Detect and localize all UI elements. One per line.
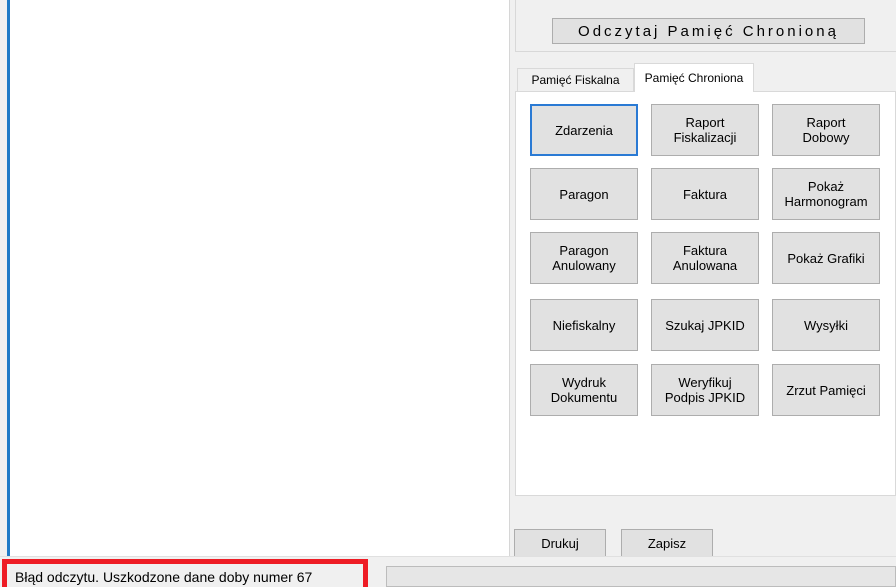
show-graphics-button[interactable]: Pokaż Grafiki (772, 232, 880, 284)
verify-jpkid-signature-button-label: Weryfikuj Podpis JPKID (664, 375, 746, 405)
application-window: Odczytaj Pamięć Chronioną Pamięć Fiskaln… (0, 0, 896, 587)
print-button[interactable]: Drukuj (514, 529, 606, 557)
document-printout-button[interactable]: Wydruk Dokumentu (530, 364, 638, 416)
shipments-button[interactable]: Wysyłki (772, 299, 880, 351)
document-view[interactable] (10, 0, 510, 556)
left-border (0, 0, 10, 556)
save-button[interactable]: Zapisz (621, 529, 713, 557)
show-graphics-button-label: Pokaż Grafiki (787, 250, 865, 266)
daily-report-button-label: Raport Dobowy (802, 115, 850, 145)
cancelled-invoice-button-label: Faktura Anulowana (672, 243, 738, 273)
cancelled-invoice-button[interactable]: Faktura Anulowana (651, 232, 759, 284)
search-jpkid-button[interactable]: Szukaj JPKID (651, 299, 759, 351)
memory-dump-button[interactable]: Zrzut Pamięci (772, 364, 880, 416)
search-jpkid-button-label: Szukaj JPKID (665, 317, 745, 333)
status-error-highlight: Błąd odczytu. Uszkodzone dane doby numer… (2, 559, 368, 587)
status-message: Błąd odczytu. Uszkodzone dane doby numer… (15, 569, 313, 585)
daily-report-button[interactable]: Raport Dobowy (772, 104, 880, 156)
non-fiscal-button[interactable]: Niefiskalny (530, 299, 638, 351)
fiscalization-report-button-label: Raport Fiskalizacji (673, 115, 737, 145)
receipt-button[interactable]: Paragon (530, 168, 638, 220)
show-schedule-button-label: Pokaż Harmonogram (784, 179, 868, 209)
document-printout-button-label: Wydruk Dokumentu (550, 375, 618, 405)
shipments-button-label: Wysyłki (804, 317, 848, 333)
memory-dump-button-label: Zrzut Pamięci (786, 382, 866, 398)
tab-fiscal-memory[interactable]: Pamięć Fiskalna (517, 68, 634, 91)
invoice-button-label: Faktura (682, 186, 728, 202)
show-schedule-button[interactable]: Pokaż Harmonogram (772, 168, 880, 220)
fiscalization-report-button[interactable]: Raport Fiskalizacji (651, 104, 759, 156)
cancelled-receipt-button[interactable]: Paragon Anulowany (530, 232, 638, 284)
non-fiscal-button-label: Niefiskalny (552, 317, 616, 333)
events-button-label: Zdarzenia (555, 122, 613, 138)
invoice-button[interactable]: Faktura (651, 168, 759, 220)
read-protected-memory-button[interactable]: Odczytaj Pamięć Chronioną (552, 18, 865, 44)
events-button[interactable]: Zdarzenia (530, 104, 638, 156)
cancelled-receipt-button-label: Paragon Anulowany (552, 243, 616, 273)
tab-protected-memory[interactable]: Pamięć Chroniona (634, 63, 754, 92)
progress-bar (386, 566, 896, 587)
receipt-button-label: Paragon (559, 186, 609, 202)
verify-jpkid-signature-button[interactable]: Weryfikuj Podpis JPKID (651, 364, 759, 416)
